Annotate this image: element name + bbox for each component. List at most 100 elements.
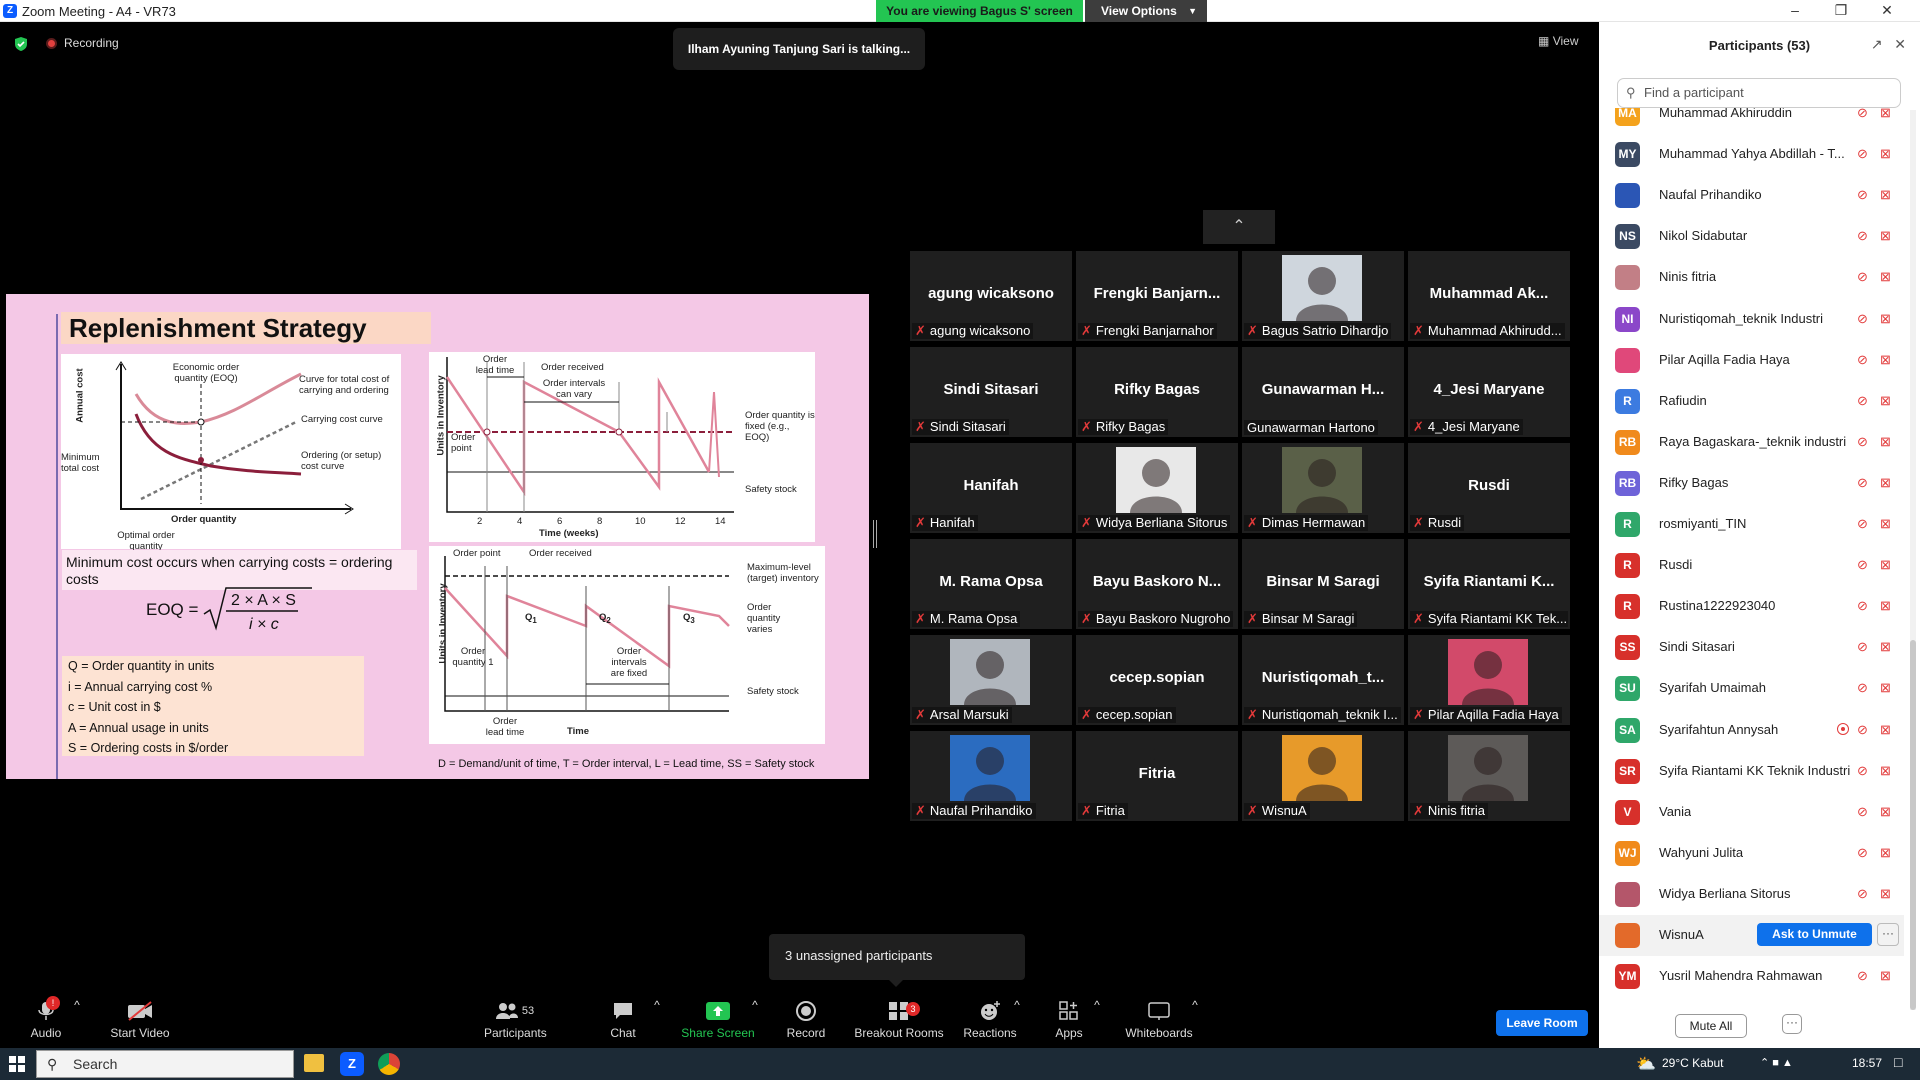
- apps-options-caret[interactable]: ^: [1092, 998, 1102, 1048]
- windows-start-icon[interactable]: [9, 1056, 25, 1072]
- participant-row[interactable]: Ninis fitria ⊘ ⊠: [1599, 257, 1904, 298]
- participant-list-scrollbar[interactable]: [1910, 110, 1916, 1010]
- chat-options-caret[interactable]: ^: [652, 998, 662, 1048]
- video-tile[interactable]: Sindi Sitasari ✗ Sindi Sitasari: [910, 347, 1072, 437]
- participant-row[interactable]: NS Nikol Sidabutar ⊘ ⊠: [1599, 216, 1904, 257]
- video-tile[interactable]: ✗ Arsal Marsuki: [910, 635, 1072, 725]
- video-tile[interactable]: ✗ Pilar Aqilla Fadia Haya: [1408, 635, 1570, 725]
- whiteboards-button[interactable]: Whiteboards: [1124, 998, 1194, 1048]
- video-tile[interactable]: Fitria ✗ Fitria: [1076, 731, 1238, 821]
- share-screen-button[interactable]: Share Screen: [676, 998, 760, 1048]
- search-placeholder: Find a participant: [1644, 85, 1744, 100]
- slide-divider-line: [56, 314, 58, 779]
- mic-muted-icon: ⊘: [1857, 557, 1868, 573]
- participants-button[interactable]: 53 Participants: [484, 998, 547, 1048]
- view-button[interactable]: ▦ View: [1538, 34, 1578, 48]
- participant-row[interactable]: SR Syifa Riantami KK Teknik Industri ⊘ ⊠: [1599, 751, 1904, 792]
- system-tray-icons[interactable]: ⌃ ■ ▲: [1760, 1056, 1793, 1069]
- participant-row[interactable]: MY Muhammad Yahya Abdillah - T... ⊘ ⊠: [1599, 134, 1904, 175]
- participant-row[interactable]: SS Sindi Sitasari ⊘ ⊠: [1599, 627, 1904, 668]
- zoom-taskbar-icon[interactable]: Z: [340, 1052, 364, 1076]
- video-tile[interactable]: Hanifah ✗ Hanifah: [910, 443, 1072, 533]
- panel-more-button[interactable]: ···: [1782, 1014, 1802, 1034]
- unassigned-participants-notice: 3 unassigned participants: [769, 934, 1025, 987]
- mute-all-button[interactable]: Mute All: [1675, 1014, 1747, 1038]
- chat-button[interactable]: Chat: [602, 998, 644, 1048]
- participant-row[interactable]: R Rafiudin ⊘ ⊠: [1599, 381, 1904, 422]
- split-view-handle[interactable]: [873, 520, 877, 548]
- video-tile[interactable]: Binsar M Saragi ✗ Binsar M Saragi: [1242, 539, 1404, 629]
- audio-button[interactable]: Audio !: [20, 996, 72, 1048]
- video-tile[interactable]: M. Rama Opsa ✗ M. Rama Opsa: [910, 539, 1072, 629]
- video-tile[interactable]: Bayu Baskoro N... ✗ Bayu Baskoro Nugroho: [1076, 539, 1238, 629]
- view-button-label: View: [1552, 34, 1579, 48]
- participants-icon: [495, 1003, 518, 1019]
- start-video-button[interactable]: Start Video: [104, 998, 176, 1048]
- participant-row[interactable]: RB Rifky Bagas ⊘ ⊠: [1599, 463, 1904, 504]
- reactions-label: Reactions: [963, 1026, 1017, 1040]
- pop-out-icon[interactable]: ↗: [1871, 36, 1883, 52]
- participant-row[interactable]: Rrosmiyanti_TIN ⊘ ⊠: [1599, 504, 1904, 545]
- ask-to-unmute-button[interactable]: Ask to Unmute: [1757, 923, 1872, 946]
- clock: 18:57: [1852, 1056, 1883, 1070]
- close-panel-icon[interactable]: ✕: [1894, 36, 1906, 52]
- video-tile[interactable]: agung wicaksono ✗ agung wicaksono: [910, 251, 1072, 341]
- mic-muted-icon: ✗: [1081, 707, 1092, 722]
- video-tile[interactable]: Gunawarman H... ✗Gunawarman Hartono: [1242, 347, 1404, 437]
- participant-row[interactable]: YM Yusril Mahendra Rahmawan ⊘ ⊠: [1599, 956, 1904, 997]
- breakout-rooms-button[interactable]: Breakout Rooms 3: [854, 998, 944, 1048]
- minimize-button[interactable]: –: [1772, 0, 1818, 22]
- video-tile[interactable]: Muhammad Ak... ✗ Muhammad Akhirudd...: [1408, 251, 1570, 341]
- apps-button[interactable]: Apps: [1048, 998, 1090, 1048]
- participant-more-button[interactable]: ···: [1877, 923, 1899, 946]
- participant-row[interactable]: Pilar Aqilla Fadia Haya ⊘ ⊠: [1599, 340, 1904, 381]
- video-tile[interactable]: ✗ Dimas Hermawan: [1242, 443, 1404, 533]
- video-tile[interactable]: ✗ Widya Berliana Sitorus: [1076, 443, 1238, 533]
- whiteboards-options-caret[interactable]: ^: [1190, 998, 1200, 1048]
- participant-row[interactable]: WisnuA Ask to Unmute ···: [1599, 915, 1904, 956]
- video-tile[interactable]: Nuristiqomah_t... ✗ Nuristiqomah_teknik I.…: [1242, 635, 1404, 725]
- maximize-button[interactable]: ❐: [1818, 0, 1864, 22]
- participant-row[interactable]: V Vania ⊘ ⊠: [1599, 792, 1904, 833]
- share-options-caret[interactable]: ^: [750, 998, 760, 1048]
- mic-muted-icon: ⊘: [1857, 351, 1868, 367]
- participant-row[interactable]: NI Nuristiqomah_teknik Industri ⊘ ⊠: [1599, 299, 1904, 340]
- video-tile-label-text: Naufal Prihandiko: [929, 803, 1033, 818]
- video-tile-label: ✗ Frengki Banjarnahor: [1078, 323, 1217, 339]
- notification-icon[interactable]: □: [1894, 1054, 1902, 1070]
- participant-row[interactable]: Widya Berliana Sitorus ⊘ ⊠: [1599, 874, 1904, 915]
- security-shield-icon[interactable]: [13, 36, 29, 52]
- participant-row[interactable]: R Rustina1222923040 ⊘ ⊠: [1599, 586, 1904, 627]
- file-explorer-icon[interactable]: [304, 1054, 324, 1072]
- video-tile[interactable]: ✗ WisnuA: [1242, 731, 1404, 821]
- video-tile[interactable]: Rusdi ✗ Rusdi: [1408, 443, 1570, 533]
- video-tile[interactable]: Frengki Banjarn... ✗ Frengki Banjarnahor: [1076, 251, 1238, 341]
- collapse-gallery-button[interactable]: ⌃: [1203, 210, 1275, 244]
- participant-row[interactable]: WJ Wahyuni Julita ⊘ ⊠: [1599, 833, 1904, 874]
- video-tile[interactable]: Syifa Riantami K... ✗ Syifa Riantami KK Te…: [1408, 539, 1570, 629]
- leave-room-button[interactable]: Leave Room: [1496, 1010, 1588, 1036]
- participant-row[interactable]: MA Muhammad Akhiruddin ⊘ ⊠: [1599, 108, 1904, 134]
- video-tile[interactable]: ✗ Ninis fitria: [1408, 731, 1570, 821]
- video-tile[interactable]: cecep.sopian ✗ cecep.sopian: [1076, 635, 1238, 725]
- chrome-icon[interactable]: [378, 1053, 400, 1075]
- video-tile[interactable]: 4_Jesi Maryane ✗ 4_Jesi Maryane: [1408, 347, 1570, 437]
- video-tile[interactable]: ✗ Naufal Prihandiko: [910, 731, 1072, 821]
- video-tile[interactable]: Rifky Bagas ✗ Rifky Bagas: [1076, 347, 1238, 437]
- participant-row[interactable]: SA Syarifahtun Annysah ⊘ ⊠: [1599, 710, 1904, 751]
- participant-name: Rifky Bagas: [1659, 474, 1729, 490]
- view-options-button[interactable]: View Options ▼: [1085, 0, 1207, 22]
- taskbar-search-box[interactable]: ⚲ Search: [36, 1050, 294, 1078]
- participant-row[interactable]: RB Raya Bagaskara-_teknik industri ⊘ ⊠: [1599, 422, 1904, 463]
- record-button[interactable]: Record: [782, 998, 830, 1048]
- video-tile[interactable]: ✗ Bagus Satrio Dihardjo: [1242, 251, 1404, 341]
- participant-row[interactable]: R Rusdi ⊘ ⊠: [1599, 545, 1904, 586]
- participant-row[interactable]: SU Syarifah Umaimah ⊘ ⊠: [1599, 668, 1904, 709]
- reactions-button[interactable]: Reactions: [962, 998, 1018, 1048]
- close-window-button[interactable]: ✕: [1864, 0, 1910, 22]
- scrollbar-thumb[interactable]: [1910, 640, 1916, 1010]
- audio-options-caret[interactable]: ^: [72, 998, 82, 1048]
- participant-search-input[interactable]: ⚲ Find a participant: [1617, 78, 1901, 108]
- participant-row[interactable]: Naufal Prihandiko ⊘ ⊠: [1599, 175, 1904, 216]
- reactions-options-caret[interactable]: ^: [1012, 998, 1022, 1048]
